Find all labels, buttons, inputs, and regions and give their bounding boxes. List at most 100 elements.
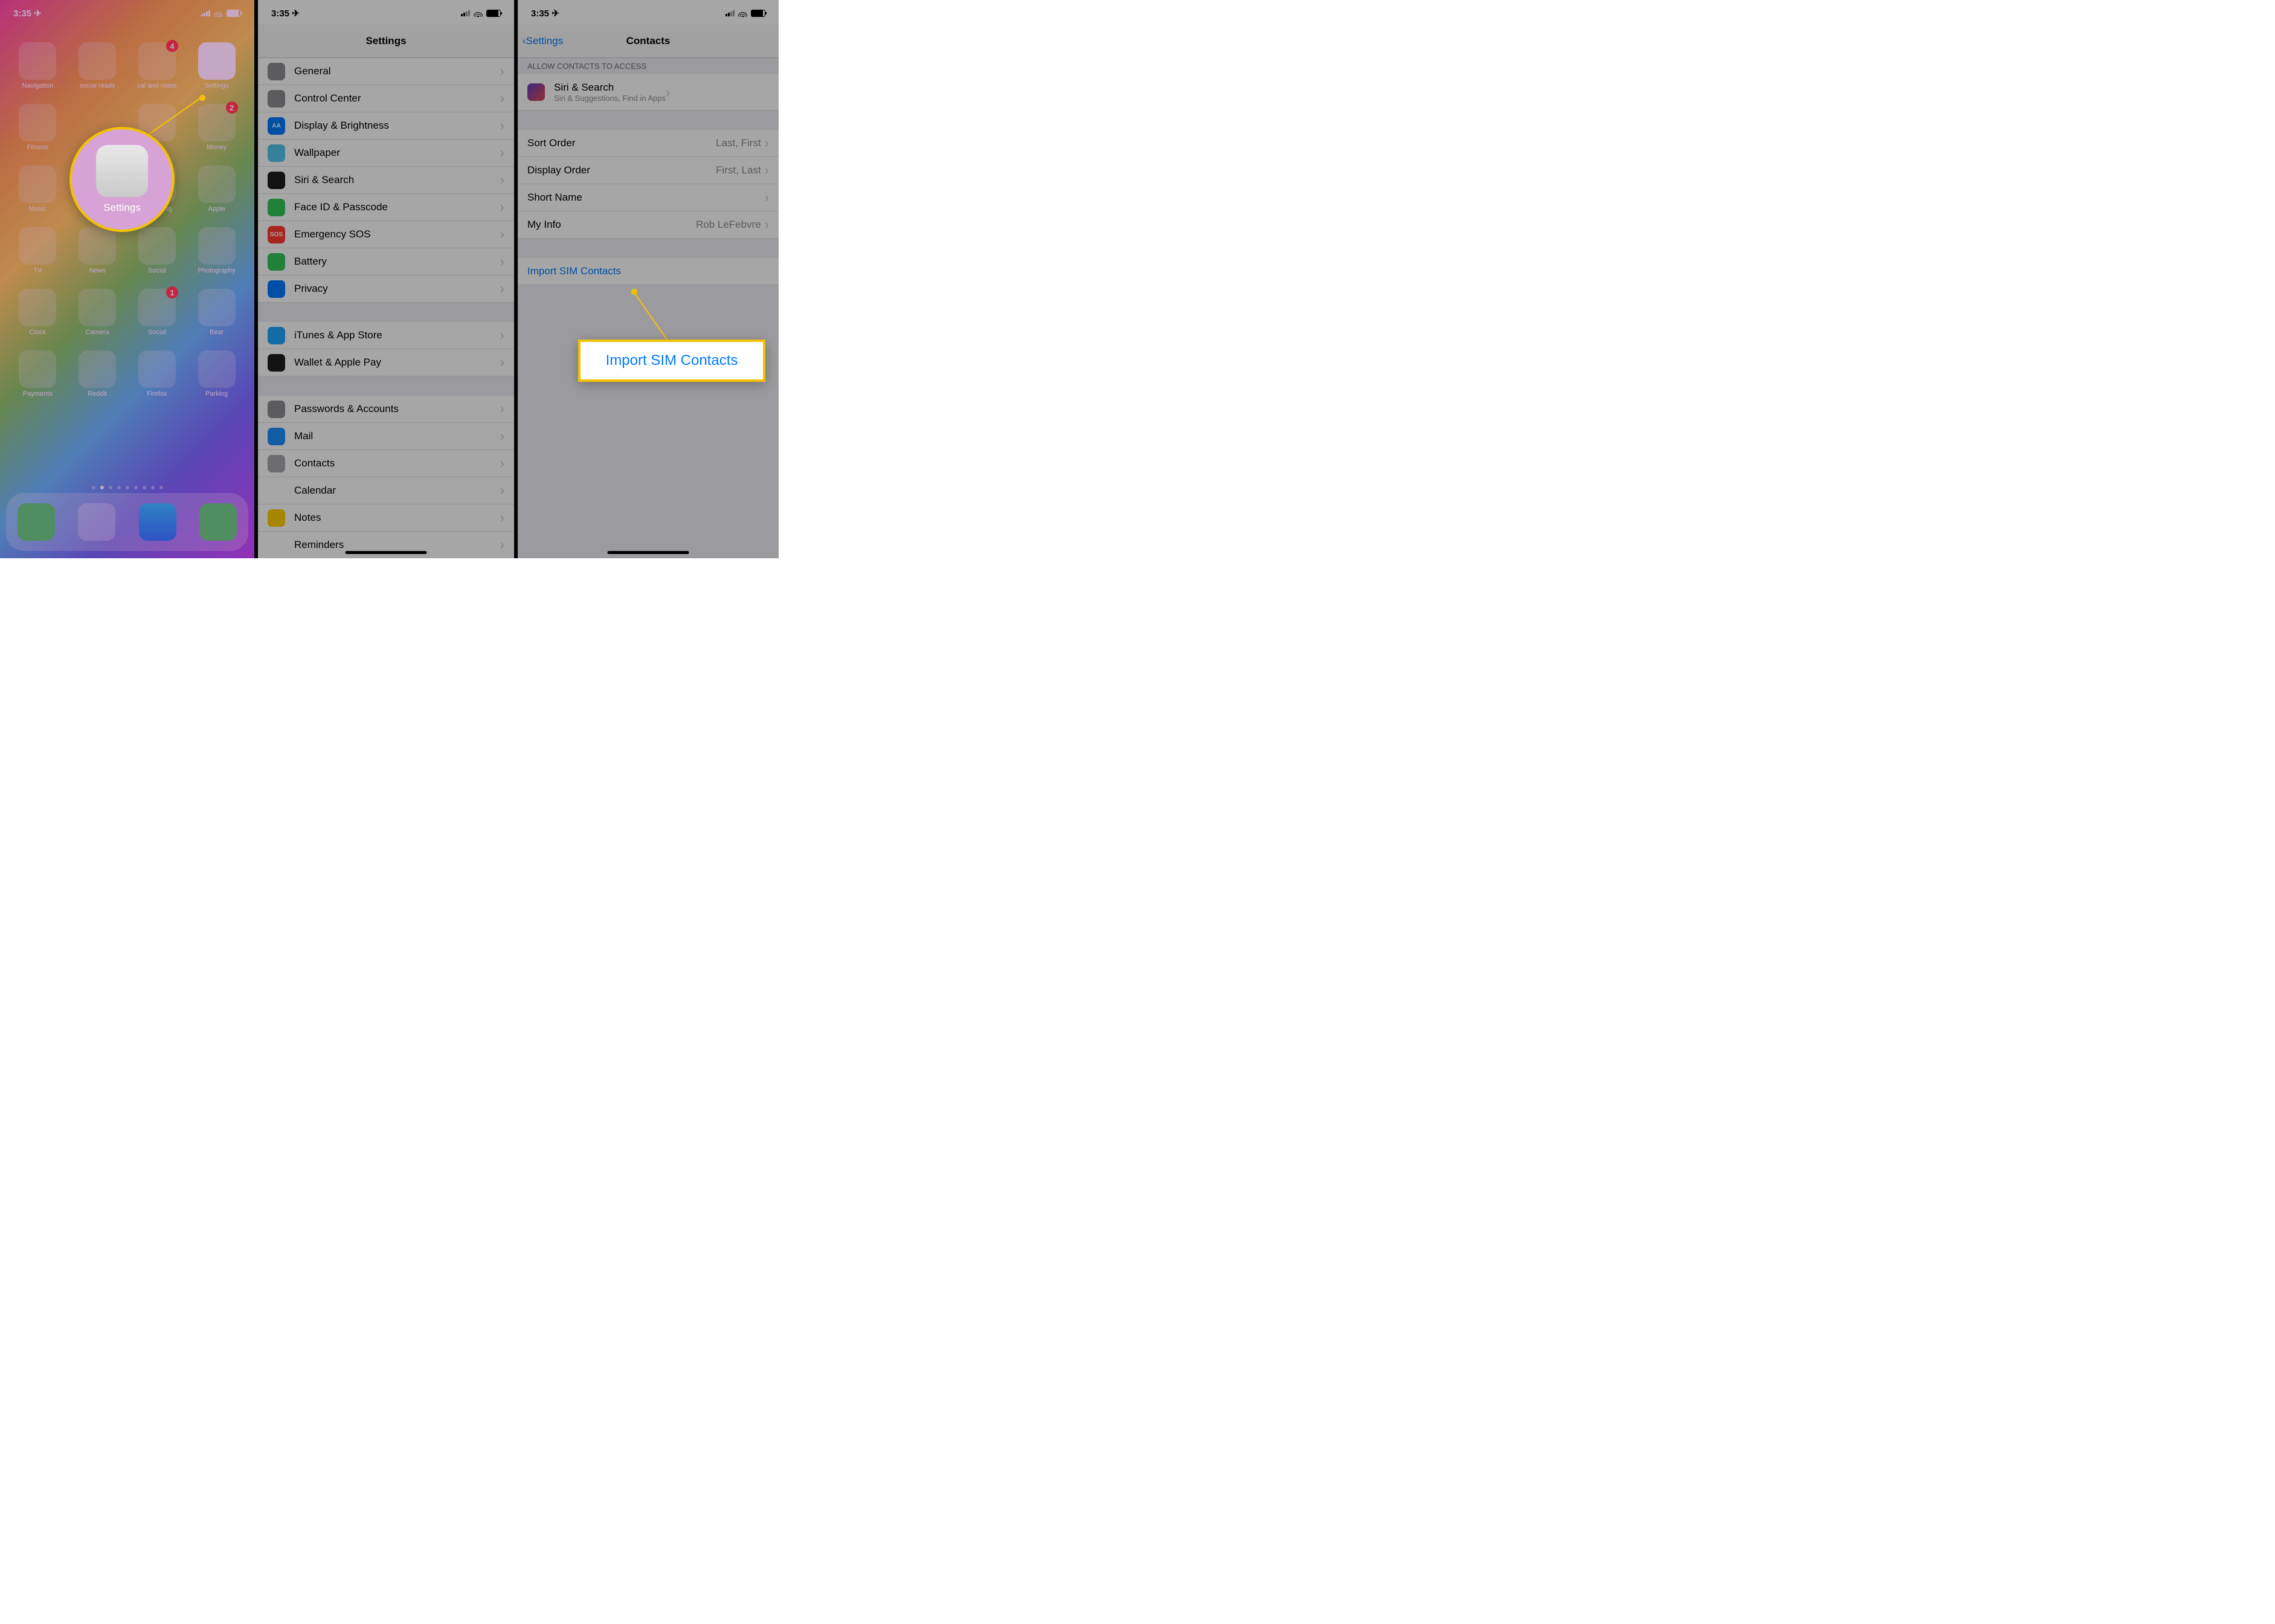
- row-contacts[interactable]: Contacts›: [258, 450, 514, 477]
- row-siri-search[interactable]: Siri & Search›: [258, 167, 514, 194]
- row-sort-order[interactable]: Sort OrderLast, First›: [518, 130, 779, 157]
- chevron-right-icon: ›: [500, 118, 504, 134]
- home-indicator[interactable]: [346, 551, 427, 554]
- back-button[interactable]: ‹ Settings: [523, 35, 563, 47]
- settings-icon[interactable]: [96, 145, 148, 197]
- chevron-right-icon: ›: [500, 401, 504, 417]
- row-value: First, Last: [716, 164, 761, 176]
- row-label: Siri & Search: [554, 82, 666, 94]
- app-clock[interactable]: Clock: [11, 289, 65, 336]
- app-firefox[interactable]: Firefox: [130, 350, 184, 398]
- row-control-center[interactable]: Control Center›: [258, 85, 514, 112]
- row-label: Short Name: [527, 192, 765, 204]
- section-header: ALLOW CONTACTS TO ACCESS: [518, 58, 779, 74]
- app-cal-and-notes[interactable]: 4cal and notes: [130, 42, 184, 89]
- row-label: Control Center: [294, 92, 500, 105]
- chevron-right-icon: ›: [500, 483, 504, 498]
- row-label: My Info: [527, 219, 696, 231]
- row-reminders[interactable]: Reminders›: [258, 532, 514, 558]
- nav-bar: Settings: [258, 24, 514, 58]
- row-value: Rob LeFebvre: [696, 219, 761, 231]
- app-apple[interactable]: Apple: [190, 166, 243, 213]
- row-label: Contacts: [294, 457, 500, 469]
- row-label: Privacy: [294, 283, 500, 295]
- row-battery[interactable]: Battery›: [258, 248, 514, 276]
- row-display-brightness[interactable]: AADisplay & Brightness›: [258, 112, 514, 140]
- row-general[interactable]: General›: [258, 58, 514, 85]
- chevron-right-icon: ›: [765, 163, 769, 178]
- app-parking[interactable]: Parking: [190, 350, 243, 398]
- row-label: Reminders: [294, 539, 500, 551]
- dock: [6, 493, 248, 551]
- app-money[interactable]: 2Money: [190, 104, 243, 151]
- row-privacy[interactable]: Privacy›: [258, 276, 514, 303]
- siri-icon: [527, 83, 545, 101]
- chevron-right-icon: ›: [500, 254, 504, 269]
- app-music[interactable]: Music: [11, 166, 65, 213]
- row-emergency-sos[interactable]: SOSEmergency SOS›: [258, 221, 514, 248]
- status-time: 3:35: [271, 8, 289, 19]
- chevron-right-icon: ›: [500, 199, 504, 215]
- annotation-dot: [199, 95, 205, 101]
- status-time: 3:35: [531, 8, 549, 19]
- row-label: Emergency SOS: [294, 228, 500, 240]
- chevron-right-icon: ›: [765, 217, 769, 233]
- row-passwords-accounts[interactable]: Passwords & Accounts›: [258, 396, 514, 423]
- row-calendar[interactable]: Calendar›: [258, 477, 514, 504]
- app-social[interactable]: 1Social: [130, 289, 184, 336]
- row-my-info[interactable]: My InfoRob LeFebvre ›: [518, 211, 779, 239]
- chevron-right-icon: ›: [666, 85, 670, 100]
- app-bear[interactable]: Bear: [190, 289, 243, 336]
- annotation-dot: [631, 289, 637, 295]
- settings-list[interactable]: General›Control Center›AADisplay & Brigh…: [258, 58, 514, 558]
- row-wallet-apple-pay[interactable]: Wallet & Apple Pay›: [258, 349, 514, 376]
- row-siri-search[interactable]: Siri & Search Siri & Suggestions, Find i…: [518, 74, 779, 111]
- page-title: Settings: [365, 35, 406, 47]
- status-bar: 3:35 ✈: [0, 0, 254, 27]
- dock-safari-icon[interactable]: [139, 503, 176, 541]
- page-dots[interactable]: [0, 486, 254, 489]
- chevron-right-icon: ›: [500, 355, 504, 370]
- dock-phone-icon[interactable]: [18, 503, 55, 541]
- app-photography[interactable]: Photography: [190, 227, 243, 274]
- row-import-sim-contacts[interactable]: Import SIM Contacts: [518, 258, 779, 285]
- app-tv[interactable]: TV: [11, 227, 65, 274]
- app-reddit[interactable]: Reddit: [71, 350, 124, 398]
- row-subtitle: Siri & Suggestions, Find in Apps: [554, 94, 666, 103]
- row-label: Notes: [294, 512, 500, 524]
- app-news[interactable]: News: [71, 227, 124, 274]
- chevron-right-icon: ›: [500, 281, 504, 297]
- row-display-order[interactable]: Display OrderFirst, Last›: [518, 157, 779, 184]
- chevron-right-icon: ›: [500, 510, 504, 526]
- chevron-right-icon: ›: [500, 537, 504, 553]
- row-wallpaper[interactable]: Wallpaper›: [258, 140, 514, 167]
- row-label: Battery: [294, 256, 500, 268]
- row-short-name[interactable]: Short Name›: [518, 184, 779, 211]
- chevron-right-icon: ›: [500, 227, 504, 242]
- row-label: Import SIM Contacts: [527, 265, 769, 277]
- app-camera[interactable]: Camera: [71, 289, 124, 336]
- app-payments[interactable]: Payments: [11, 350, 65, 398]
- app-social[interactable]: Social: [130, 227, 184, 274]
- callout-label: Settings: [103, 202, 140, 214]
- status-time: 3:35: [13, 8, 31, 19]
- row-mail[interactable]: Mail›: [258, 423, 514, 450]
- row-label: Mail: [294, 430, 500, 442]
- app-navigation[interactable]: Navigation: [11, 42, 65, 89]
- dock-messages-icon[interactable]: [199, 503, 237, 541]
- app-social-reads[interactable]: social reads: [71, 42, 124, 89]
- app-settings[interactable]: Settings: [190, 42, 243, 89]
- chevron-right-icon: ›: [500, 456, 504, 471]
- chevron-right-icon: ›: [500, 91, 504, 106]
- panel-contacts-settings: 3:35 ✈ ‹ Settings Contacts ALLOW CONTACT…: [518, 0, 779, 558]
- status-bar: 3:35 ✈: [518, 0, 779, 27]
- dock-folder-icon[interactable]: [78, 503, 115, 541]
- row-face-id-passcode[interactable]: Face ID & Passcode›: [258, 194, 514, 221]
- contacts-settings-list[interactable]: ALLOW CONTACTS TO ACCESS Siri & Search S…: [518, 58, 779, 558]
- home-indicator[interactable]: [608, 551, 689, 554]
- row-notes[interactable]: Notes›: [258, 504, 514, 532]
- page-title: Contacts: [626, 35, 671, 47]
- app-fitness[interactable]: Fitness: [11, 104, 65, 151]
- row-label: Face ID & Passcode: [294, 201, 500, 213]
- row-itunes-app-store[interactable]: iTunes & App Store›: [258, 322, 514, 349]
